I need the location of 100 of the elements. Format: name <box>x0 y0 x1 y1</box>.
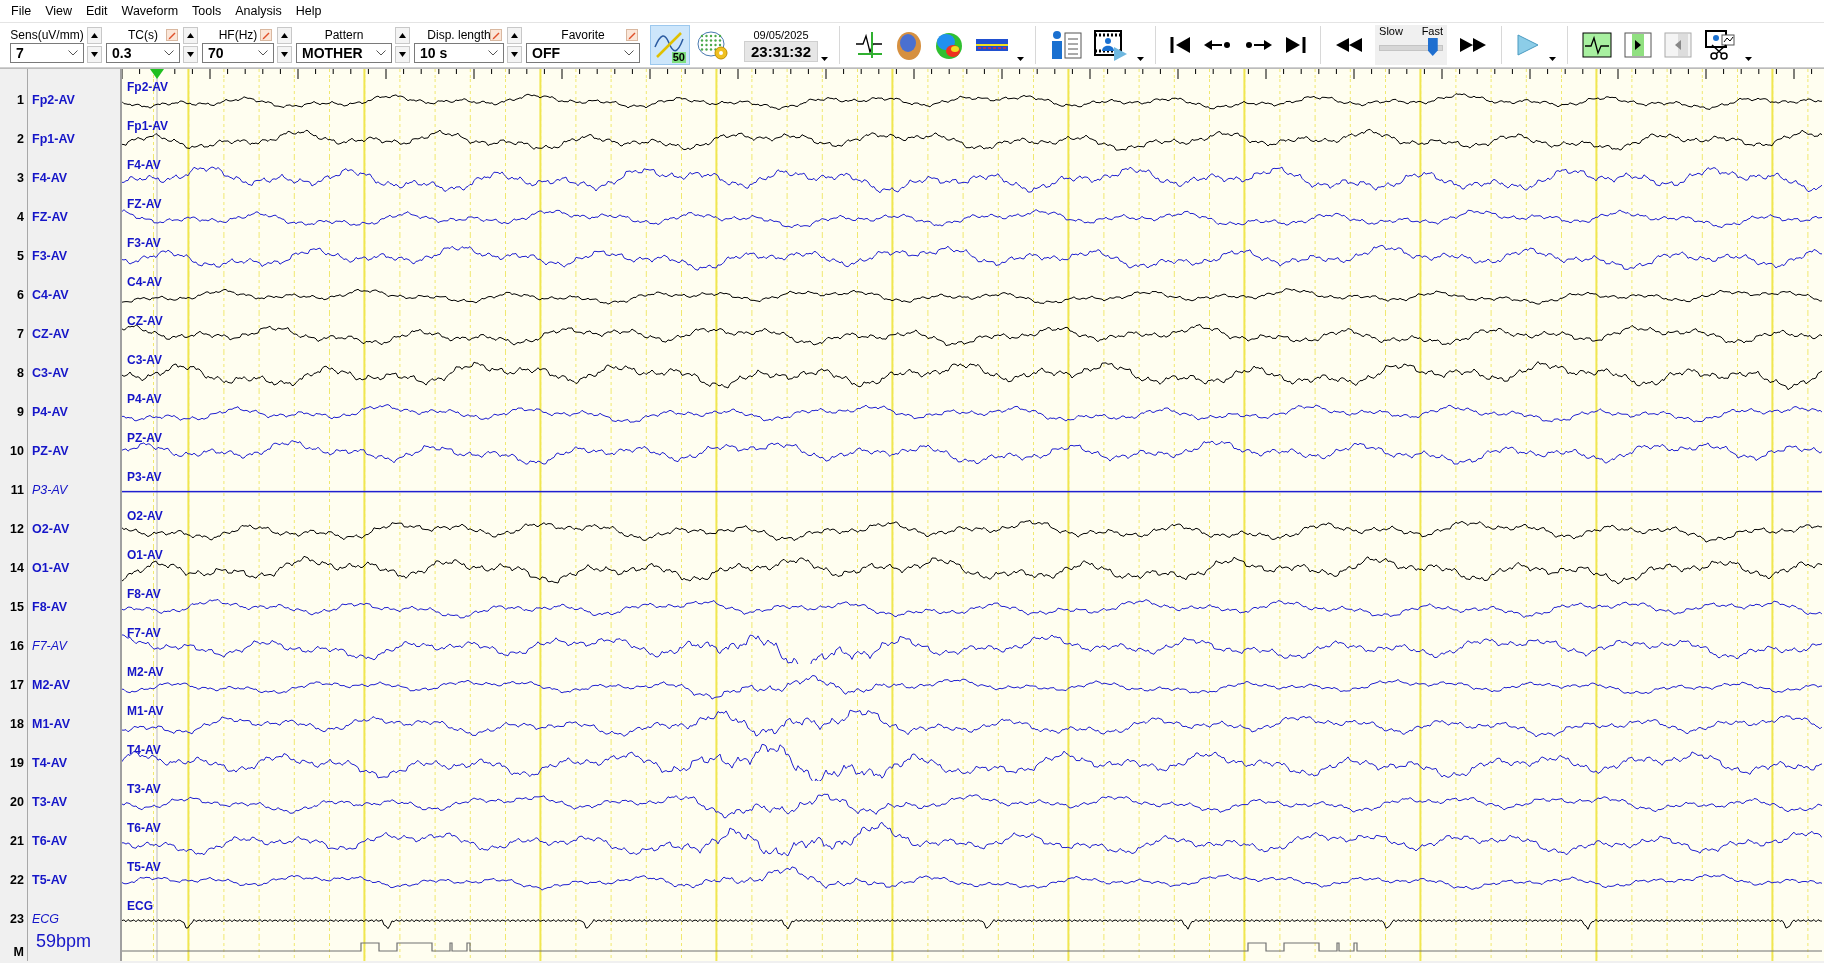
spin-down-button[interactable] <box>183 46 198 63</box>
channel-name[interactable]: T5-AV <box>32 859 68 887</box>
channel-name[interactable]: F4-AV <box>32 157 68 185</box>
rewind-icon[interactable] <box>1335 37 1364 53</box>
channel-name[interactable]: C4-AV <box>32 274 69 302</box>
spin-down-button[interactable] <box>87 46 102 63</box>
trace-label: Fp1-AV <box>127 119 169 133</box>
channel-name[interactable]: ECG <box>32 898 60 926</box>
fast-label: Fast <box>1421 25 1444 37</box>
channel-name[interactable]: F7-AV <box>32 625 67 653</box>
channel-name[interactable]: M2-AV <box>32 664 70 692</box>
pencil-icon[interactable] <box>490 29 502 41</box>
trace-label: T6-AV <box>127 821 161 835</box>
value-dropdown[interactable]: OFF <box>526 43 640 63</box>
menu-item[interactable]: Edit <box>79 4 115 18</box>
chevron-down-icon <box>624 50 634 56</box>
spin-down-button[interactable] <box>507 46 522 63</box>
step-back-icon[interactable] <box>1204 39 1233 51</box>
menu-item[interactable]: View <box>38 4 80 18</box>
chevron-down-icon <box>164 50 174 56</box>
step-forward-icon[interactable] <box>1244 39 1273 51</box>
channel-number: 3 <box>16 170 24 185</box>
channel-number: 17 <box>9 677 24 692</box>
dropdown-arrow-icon[interactable] <box>1017 57 1025 61</box>
skip-to-end-icon[interactable] <box>1284 35 1307 55</box>
filter-toggle-button[interactable]: 50 <box>650 25 690 65</box>
field-label: Sens(uV/mm) <box>10 28 84 42</box>
trace-label: O1-AV <box>127 548 163 562</box>
trace-label: F3-AV <box>127 236 161 250</box>
channel-name[interactable]: O1-AV <box>32 547 70 575</box>
play-frame-icon[interactable] <box>1624 32 1653 58</box>
spin-up-button[interactable] <box>183 27 198 44</box>
channel-name[interactable]: C3-AV <box>32 352 69 380</box>
person-list-icon[interactable] <box>1050 30 1083 60</box>
waveform-window-icon[interactable] <box>1582 32 1613 58</box>
field-label: Disp. length <box>427 28 491 42</box>
menu-item[interactable]: Help <box>288 4 329 18</box>
dropdown-arrow-icon[interactable] <box>1549 57 1557 61</box>
channel-name[interactable]: F8-AV <box>32 586 68 614</box>
trace-label: F4-AV <box>127 158 161 172</box>
spin-up-button[interactable] <box>277 27 292 44</box>
chevron-down-icon <box>258 50 268 56</box>
field-label: TC(s) <box>128 28 158 42</box>
heart-rate-text: 59bpm <box>36 931 92 952</box>
channel-name[interactable]: PZ-AV <box>32 430 69 458</box>
channel-number: 12 <box>9 521 24 536</box>
trace-label: FZ-AV <box>127 197 162 211</box>
spin-down-button[interactable] <box>395 46 410 63</box>
back-frame-icon[interactable] <box>1664 32 1693 58</box>
channel-name[interactable]: O2-AV <box>32 508 70 536</box>
menu-item[interactable]: Waveform <box>114 4 186 18</box>
trace-label: C4-AV <box>127 275 163 289</box>
pencil-icon[interactable] <box>166 29 178 41</box>
trace-label: P4-AV <box>127 392 162 406</box>
dropdown-arrow-icon[interactable] <box>821 57 829 61</box>
play-icon[interactable] <box>1516 33 1541 57</box>
trace-label: T4-AV <box>127 743 161 757</box>
channel-number: 16 <box>9 638 24 653</box>
channel-name[interactable]: Fp2-AV <box>32 79 75 107</box>
channel-name[interactable]: F3-AV <box>32 235 68 263</box>
value-dropdown[interactable]: 70 <box>202 43 274 63</box>
skip-to-start-icon[interactable] <box>1170 35 1193 55</box>
video-cut-icon[interactable] <box>1704 29 1737 61</box>
pencil-icon[interactable] <box>626 29 638 41</box>
menu-item[interactable]: Tools <box>185 4 229 18</box>
channel-name[interactable]: P3-AV <box>32 469 68 497</box>
speed-slider-thumb[interactable] <box>1427 38 1438 56</box>
channel-name[interactable]: M1-AV <box>32 703 70 731</box>
dropdown-arrow-icon[interactable] <box>1745 57 1753 61</box>
trace-label: F8-AV <box>127 587 161 601</box>
video-player-icon[interactable] <box>1094 29 1129 61</box>
spin-up-button[interactable] <box>395 27 410 44</box>
channel-number: 8 <box>16 365 24 380</box>
value-dropdown[interactable]: 0.3 <box>106 43 180 63</box>
channel-number: 21 <box>9 833 24 848</box>
value-dropdown[interactable]: MOTHER <box>296 43 392 63</box>
menu-item[interactable]: File <box>4 4 39 18</box>
channel-name[interactable]: P4-AV <box>32 391 68 419</box>
channel-name[interactable]: T3-AV <box>32 781 68 809</box>
fast-forward-icon[interactable] <box>1459 37 1488 53</box>
head-map-icon[interactable] <box>896 29 923 61</box>
value-dropdown[interactable]: 7 <box>10 43 84 63</box>
spectrogram-icon[interactable] <box>976 37 1009 53</box>
spin-up-button[interactable] <box>87 27 102 44</box>
channel-name[interactable]: CZ-AV <box>32 313 70 341</box>
waveform-marker-icon[interactable] <box>854 30 885 60</box>
spin-down-button[interactable] <box>277 46 292 63</box>
channel-name[interactable]: T4-AV <box>32 742 68 770</box>
dropdown-arrow-icon[interactable] <box>1137 57 1145 61</box>
spin-up-button[interactable] <box>507 27 522 44</box>
triangle-up-icon <box>187 33 194 38</box>
channel-name[interactable]: FZ-AV <box>32 196 68 224</box>
head-settings-icon[interactable] <box>696 28 730 62</box>
pencil-icon[interactable] <box>260 29 272 41</box>
value-dropdown[interactable]: 10 s <box>414 43 504 63</box>
triangle-down-icon <box>511 52 518 57</box>
menu-item[interactable]: Analysis <box>228 4 289 18</box>
channel-name[interactable]: T6-AV <box>32 820 68 848</box>
channel-name[interactable]: Fp1-AV <box>32 118 75 146</box>
trace-label: PZ-AV <box>127 431 163 445</box>
